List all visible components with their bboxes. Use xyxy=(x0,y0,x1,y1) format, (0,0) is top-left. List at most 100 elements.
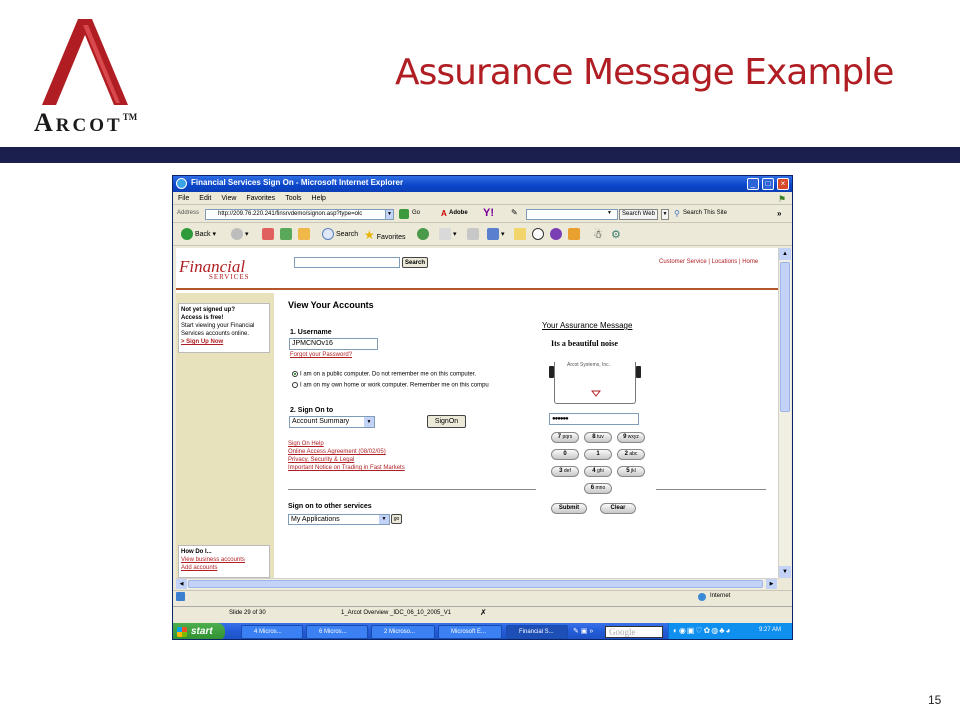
menu-help[interactable]: Help xyxy=(307,193,331,205)
keypad-key-2[interactable]: 2 abc xyxy=(617,449,645,460)
site-search-button[interactable]: Search xyxy=(402,257,428,268)
scroll-down-icon[interactable]: ▼ xyxy=(779,566,791,578)
radio-public[interactable] xyxy=(292,371,298,377)
taskbar-item-powerpoint[interactable]: 2 Microso... xyxy=(371,625,435,639)
trading-notice-link[interactable]: Important Notice on Trading in Fast Mark… xyxy=(288,465,405,471)
signon-help-link[interactable]: Sign On Help xyxy=(288,441,324,447)
standard-toolbar: Back ▾ ▾ Search ★ Favorites ▾ ▾ ☃ ⚙ xyxy=(173,224,792,246)
keypad-submit-button[interactable]: Submit xyxy=(551,503,587,514)
menu-tools[interactable]: Tools xyxy=(280,193,306,205)
keypad-key-4[interactable]: 4 ghi xyxy=(584,466,612,477)
close-button[interactable]: × xyxy=(777,178,789,190)
search-options-icon[interactable]: ▼ xyxy=(661,209,669,220)
adobe-label[interactable]: Adobe xyxy=(449,210,468,216)
stop-button[interactable] xyxy=(262,228,274,242)
card-clip-right xyxy=(636,366,641,378)
taskbar-item-outlook[interactable]: 6 Micros... xyxy=(306,625,368,639)
sign-up-now-link[interactable]: > Sign Up Now xyxy=(181,338,267,346)
edit-button[interactable]: ▾ xyxy=(487,228,504,242)
radio-private-option[interactable]: I am on my own home or work computer. Re… xyxy=(292,382,489,389)
refresh-button[interactable] xyxy=(280,228,292,242)
keypad-key-8[interactable]: 8 tuv xyxy=(584,432,612,443)
go-button[interactable]: Go xyxy=(412,210,420,216)
keypad-key-5[interactable]: 5 jkl xyxy=(617,466,645,477)
maximize-button[interactable]: □ xyxy=(762,178,774,190)
view-business-accounts-link[interactable]: View business accounts xyxy=(181,556,267,564)
ie-icon xyxy=(176,178,187,189)
signon-to-select[interactable]: Account Summary ▼ xyxy=(289,416,375,428)
research-button[interactable] xyxy=(568,228,580,242)
keypad-key-7[interactable]: 7 pqrs xyxy=(551,432,579,443)
tools-button[interactable]: ⚙ xyxy=(611,228,621,242)
arcot-password-input[interactable]: ●●●●●● xyxy=(549,413,639,425)
menu-file[interactable]: File xyxy=(173,193,194,205)
windows-flag-icon: ⚑ xyxy=(778,194,787,204)
globe-button[interactable] xyxy=(532,228,544,242)
radio-private[interactable] xyxy=(292,382,298,388)
keypad-key-9[interactable]: 9 wxyz xyxy=(617,432,645,443)
scroll-right-icon[interactable]: ▶ xyxy=(766,579,777,589)
mail-button[interactable]: ▾ xyxy=(439,228,456,242)
keypad-key-0[interactable]: 0 xyxy=(551,449,579,460)
taskbar-item-ie[interactable]: Financial S... xyxy=(506,625,568,639)
keypad-clear-button[interactable]: Clear xyxy=(600,503,636,514)
menu-favorites[interactable]: Favorites xyxy=(241,193,280,205)
other-services-select[interactable]: My Applications ▼ xyxy=(288,514,390,525)
user-button[interactable]: ☃ xyxy=(593,228,603,242)
stop-icon xyxy=(262,228,274,241)
favorites-button[interactable]: ★ Favorites xyxy=(364,228,406,242)
menu-edit[interactable]: Edit xyxy=(194,193,216,205)
history-button[interactable] xyxy=(417,228,429,242)
forgot-password-link[interactable]: Forgot your Password? xyxy=(290,352,352,358)
google-search-box[interactable]: Google xyxy=(605,626,663,638)
username-input[interactable]: JPMCNOv16 xyxy=(289,338,378,350)
go-arrow-icon[interactable] xyxy=(399,209,409,219)
forward-arrow-icon xyxy=(231,228,243,241)
signon-button[interactable]: SignOn xyxy=(427,415,466,428)
vertical-scrollbar[interactable]: ▲ ▼ xyxy=(778,248,791,578)
add-accounts-link[interactable]: Add accounts xyxy=(181,564,267,572)
messenger-button[interactable] xyxy=(550,228,562,242)
forward-button[interactable]: ▾ xyxy=(231,228,248,242)
scroll-left-icon[interactable]: ◀ xyxy=(176,579,187,589)
scroll-up-icon[interactable]: ▲ xyxy=(779,248,791,260)
menu-view[interactable]: View xyxy=(216,193,241,205)
address-bar: Address http://209.76.220.241/finsrvdemo… xyxy=(173,206,792,223)
browser-window: Financial Services Sign On - Microsoft I… xyxy=(172,175,793,640)
taskbar-item-word[interactable]: 4 Micros... xyxy=(241,625,303,639)
search-dropdown-icon[interactable]: ▼ xyxy=(607,210,612,216)
home-button[interactable] xyxy=(298,228,310,242)
search-web-button[interactable]: Search Web xyxy=(619,209,658,220)
keypad-key-1[interactable]: 1 xyxy=(584,449,612,460)
locations-link[interactable]: Locations xyxy=(712,259,738,265)
customer-service-link[interactable]: Customer Service xyxy=(659,259,707,265)
keypad-key-3[interactable]: 3 def xyxy=(551,466,579,477)
print-button[interactable] xyxy=(467,228,479,242)
folder-button[interactable] xyxy=(514,228,526,242)
taskbar-item-excel[interactable]: Microsoft E... xyxy=(438,625,502,639)
search-button[interactable]: Search xyxy=(322,228,358,242)
star-icon: ★ xyxy=(364,228,375,242)
back-button[interactable]: Back ▾ xyxy=(181,228,216,242)
signon-to-label: 2. Sign On to xyxy=(290,407,334,414)
search-site-button[interactable]: Search This Site xyxy=(683,210,727,216)
howdo-heading: How Do I... xyxy=(181,549,212,555)
chevron-down-icon: ▼ xyxy=(379,515,389,524)
home-link[interactable]: Home xyxy=(742,259,758,265)
access-agreement-link[interactable]: Online Access Agreement (08/02/05) xyxy=(288,449,386,455)
site-search-input[interactable] xyxy=(294,257,400,268)
yahoo-search-input[interactable] xyxy=(526,209,618,220)
address-input[interactable]: http://209.76.220.241/finsrvdemo/signon.… xyxy=(205,209,390,220)
toolbar-overflow-icon[interactable]: » xyxy=(777,209,781,218)
privacy-link[interactable]: Privacy, Security & Legal xyxy=(288,457,354,463)
other-services-go-button[interactable]: go xyxy=(391,514,402,524)
chevron-down-icon: ▼ xyxy=(364,417,374,427)
hscroll-thumb[interactable] xyxy=(188,580,763,588)
start-button[interactable]: start xyxy=(173,623,225,639)
horizontal-scrollbar[interactable]: ◀ ▶ xyxy=(176,578,778,589)
address-dropdown-icon[interactable]: ▼ xyxy=(385,209,394,220)
radio-public-option[interactable]: I am on a public computer. Do not rememb… xyxy=(292,371,476,378)
scroll-thumb[interactable] xyxy=(780,262,790,412)
keypad-key-6[interactable]: 6 mno xyxy=(584,483,612,494)
minimize-button[interactable]: _ xyxy=(747,178,759,190)
